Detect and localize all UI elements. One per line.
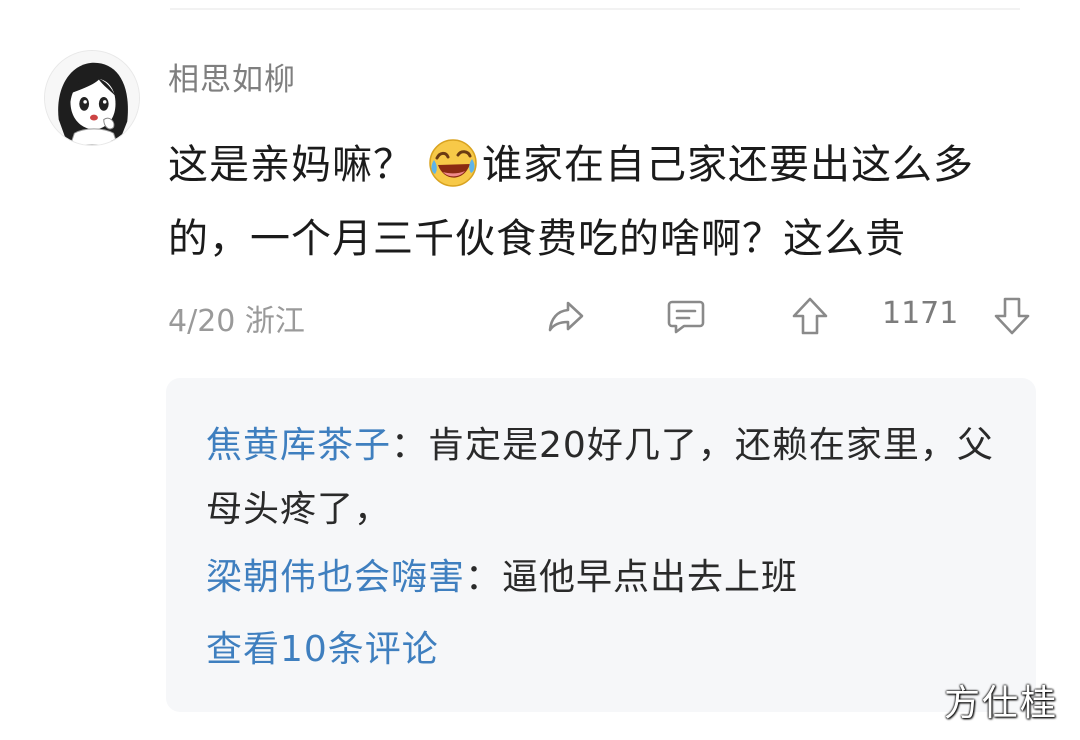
- reply-author[interactable]: 焦黄库茶子: [206, 425, 391, 466]
- reply-comment-icon[interactable]: [664, 294, 708, 338]
- comment-body: 这是亲妈嘛？ 谁家在自己家还要出这么多的，一个月三千伙食费吃的啥啊？这么贵: [168, 128, 1048, 276]
- laughing-tears-icon: [428, 138, 478, 188]
- watermark-text: 方仕桂: [943, 683, 1058, 724]
- comment-date-location: 4/20 浙江: [168, 304, 305, 339]
- user-avatar[interactable]: [44, 50, 140, 146]
- upvote-icon[interactable]: [788, 294, 832, 338]
- top-divider: [170, 8, 1020, 10]
- share-icon[interactable]: [544, 294, 588, 338]
- anime-girl-avatar-icon: [45, 51, 139, 145]
- comment-username[interactable]: 相思如柳: [168, 54, 296, 99]
- vote-count: 1171: [882, 296, 959, 331]
- reply-separator: ：: [465, 557, 503, 598]
- reply-text: 逼他早点出去上班: [502, 557, 799, 598]
- replies-preview-box: 焦黄库茶子：肯定是20好几了，还赖在家里，父母头疼了， 梁朝伟也会嗨害：逼他早点…: [166, 378, 1036, 712]
- downvote-icon[interactable]: [990, 294, 1034, 338]
- reply-item[interactable]: 梁朝伟也会嗨害：逼他早点出去上班: [206, 546, 996, 610]
- comment-action-bar: 4/20 浙江 1171: [168, 292, 1038, 342]
- comment-text-part1: 这是亲妈嘛？: [168, 142, 414, 188]
- reply-author[interactable]: 梁朝伟也会嗨害: [206, 557, 465, 598]
- reply-separator: ：: [391, 425, 429, 466]
- reply-item[interactable]: 焦黄库茶子：肯定是20好几了，还赖在家里，父母头疼了，: [206, 414, 996, 542]
- view-more-replies-link[interactable]: 查看10条评论: [206, 620, 439, 672]
